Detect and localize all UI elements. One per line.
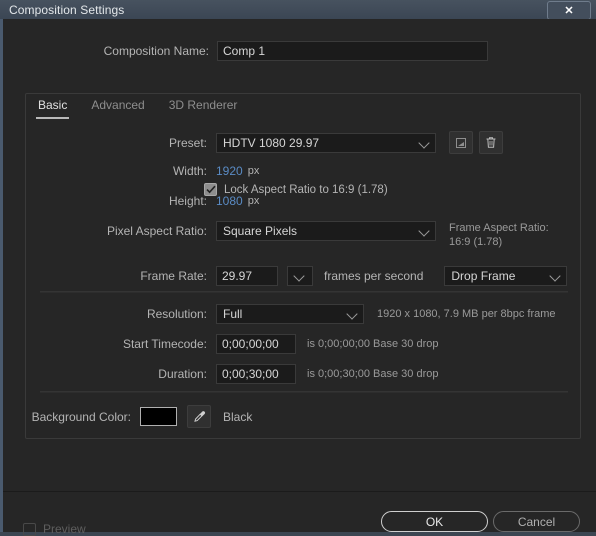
cancel-button[interactable]: Cancel	[493, 511, 580, 532]
width-row: Width: 1920 px	[26, 164, 582, 178]
save-preset-icon-glyph	[456, 137, 466, 148]
composition-name-input[interactable]	[217, 41, 488, 61]
trash-icon-glyph	[486, 137, 496, 148]
frame-rate-dropdown[interactable]	[287, 266, 313, 286]
preview-label: Preview	[43, 522, 86, 536]
tab-3d-renderer[interactable]: 3D Renderer	[157, 94, 250, 119]
pixel-aspect-ratio-value: Square Pixels	[223, 224, 298, 238]
height-row: Height: 1080 px	[26, 194, 582, 208]
frame-rate-unit-label: frames per second	[324, 269, 424, 283]
ok-button[interactable]: OK	[381, 511, 488, 532]
close-icon[interactable]: ✕	[547, 1, 591, 20]
resolution-value: Full	[223, 307, 243, 321]
tab-basic[interactable]: Basic	[26, 94, 79, 119]
duration-row: Duration: is 0;00;30;00 Base 30 drop	[26, 364, 582, 384]
cancel-button-label: Cancel	[517, 514, 556, 529]
background-color-row: Background Color: Black	[26, 405, 582, 428]
duration-input[interactable]	[216, 364, 296, 384]
start-timecode-info: is 0;00;00;00 Base 30 drop	[307, 338, 439, 350]
ok-button-label: OK	[425, 514, 444, 529]
frame-aspect-ratio-label: Frame Aspect Ratio:	[449, 222, 549, 234]
frame-aspect-ratio-block: Frame Aspect Ratio: 16:9 (1.78)	[449, 221, 549, 249]
resolution-dropdown[interactable]: Full	[216, 304, 364, 324]
preview-checkbox[interactable]	[23, 522, 36, 536]
eyedropper-icon[interactable]	[187, 405, 211, 428]
chevron-down-icon	[549, 270, 562, 282]
tab-advanced-label: Advanced	[91, 98, 145, 112]
width-unit: px	[247, 165, 260, 177]
frame-rate-label: Frame Rate:	[140, 269, 207, 283]
width-value[interactable]: 1920	[216, 164, 243, 178]
window-title: Composition Settings	[9, 2, 125, 17]
chevron-down-icon	[418, 136, 430, 149]
start-timecode-input[interactable]	[216, 334, 296, 354]
close-icon-glyph: ✕	[564, 5, 574, 17]
chevron-down-icon	[346, 308, 358, 320]
duration-label: Duration:	[158, 367, 207, 381]
preset-dropdown-value: HDTV 1080 29.97	[223, 135, 320, 150]
duration-info: is 0;00;30;00 Base 30 drop	[307, 368, 439, 380]
pixel-aspect-ratio-dropdown[interactable]: Square Pixels	[216, 221, 436, 241]
chevron-down-icon	[418, 225, 430, 237]
tab-basic-label: Basic	[38, 98, 68, 112]
background-color-name: Black	[223, 409, 253, 424]
tab-advanced[interactable]: Advanced	[79, 94, 156, 119]
pixel-aspect-ratio-row: Pixel Aspect Ratio: Square Pixels Frame …	[26, 221, 582, 249]
frame-rate-input[interactable]	[216, 266, 278, 286]
eyedropper-icon-glyph	[193, 411, 205, 422]
resolution-label: Resolution:	[146, 307, 207, 321]
chevron-down-icon	[293, 270, 305, 282]
preset-label: Preset:	[168, 135, 207, 150]
resolution-info: 1920 x 1080, 7.9 MB per 8bpc frame	[377, 308, 556, 320]
height-label: Height:	[168, 194, 207, 208]
preset-row: Preset: HDTV 1080 29.97	[26, 131, 582, 154]
settings-panel: Basic Advanced 3D Renderer Preset: HDTV …	[25, 93, 581, 439]
frame-rate-row: Frame Rate: frames per second Drop Frame	[26, 266, 582, 286]
preview-row[interactable]: Preview	[23, 522, 86, 536]
preset-dropdown[interactable]: HDTV 1080 29.97	[216, 132, 436, 153]
tab-3d-renderer-label: 3D Renderer	[168, 98, 238, 112]
composition-name-row: Composition Name:	[3, 41, 593, 61]
window-titlebar: Composition Settings ✕	[0, 0, 596, 20]
tab-bar: Basic Advanced 3D Renderer	[26, 94, 249, 119]
drop-frame-dropdown[interactable]: Drop Frame	[444, 266, 568, 286]
resolution-row: Resolution: Full 1920 x 1080, 7.9 MB per…	[26, 304, 582, 324]
trash-icon[interactable]	[479, 131, 503, 154]
frame-aspect-ratio-value: 16:9 (1.78)	[449, 236, 503, 248]
start-timecode-label: Start Timecode:	[122, 337, 207, 351]
start-timecode-row: Start Timecode: is 0;00;00;00 Base 30 dr…	[26, 334, 582, 354]
height-value[interactable]: 1080	[216, 194, 243, 208]
divider-2	[40, 391, 568, 393]
drop-frame-value: Drop Frame	[451, 269, 516, 283]
width-label: Width:	[172, 164, 207, 178]
composition-name-label: Composition Name:	[103, 44, 209, 58]
composition-settings-dialog: Composition Name: Basic Advanced 3D Rend…	[0, 19, 596, 536]
height-unit: px	[247, 195, 260, 207]
footer-divider	[3, 491, 596, 492]
background-color-label: Background Color:	[31, 409, 131, 424]
check-icon	[205, 185, 216, 194]
save-preset-icon[interactable]	[449, 131, 473, 154]
background-color-swatch[interactable]	[140, 407, 177, 426]
divider-1	[40, 291, 568, 293]
pixel-aspect-ratio-label: Pixel Aspect Ratio:	[106, 224, 207, 238]
